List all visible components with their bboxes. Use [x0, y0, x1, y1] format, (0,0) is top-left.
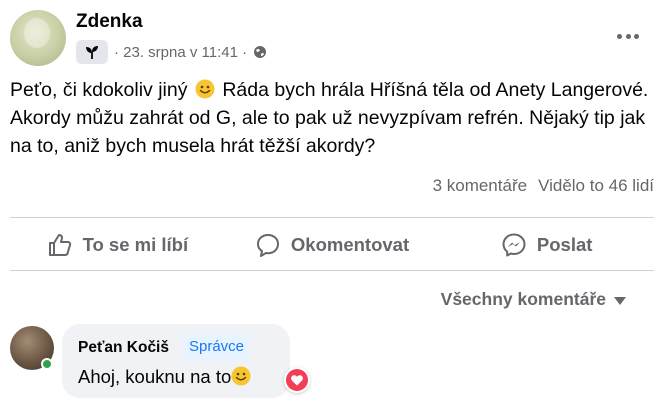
like-button[interactable]: To se mi líbí: [10, 220, 225, 270]
comment-author[interactable]: Peťan Kočiš: [78, 339, 169, 357]
post-timestamp[interactable]: · 23. srpna v 11:41 ·: [114, 44, 247, 61]
comment-button[interactable]: Okomentovat: [225, 220, 440, 270]
post-text: Peťo, či kdokoliv jiný Ráda bych hrála H…: [10, 76, 650, 160]
stats-divider: [10, 217, 654, 218]
views-count[interactable]: Vidělo to 46 lidí: [538, 176, 654, 196]
caret-down-icon: [614, 296, 626, 305]
more-options-icon[interactable]: [614, 24, 642, 48]
author-avatar[interactable]: [10, 10, 66, 66]
post-meta: · 23. srpna v 11:41 ·: [76, 39, 267, 65]
thumbs-up-icon: [48, 234, 71, 256]
post-stats: 3 komentáře Vidělo to 46 lidí: [433, 176, 654, 196]
comment-sort-dropdown[interactable]: Všechny komentáře: [441, 289, 626, 310]
globe-icon: [253, 45, 267, 59]
admin-badge: Správce: [183, 334, 251, 360]
post-text-part1: Peťo, či kdokoliv jiný: [10, 79, 188, 101]
messenger-icon: [502, 233, 526, 257]
comment-text-body: Ahoj, kouknu na to: [78, 366, 232, 387]
smile-emoji-icon: [231, 366, 251, 386]
post-card: Zdenka · 23. srpna v 11:41 · Peťo, či kd…: [0, 0, 666, 402]
online-status-icon: [41, 358, 53, 370]
comment-bubble: Peťan Kočiš Správce Ahoj, kouknu na to: [62, 324, 290, 398]
post-author[interactable]: Zdenka: [76, 11, 143, 33]
action-bar: To se mi líbí Okomentovat Poslat: [10, 220, 654, 270]
share-button[interactable]: Poslat: [439, 220, 654, 270]
sort-label: Všechny komentáře: [440, 289, 606, 309]
comment-icon: [256, 234, 279, 257]
comment-text: Ahoj, kouknu na to: [78, 366, 251, 388]
smile-emoji-icon: [195, 79, 215, 99]
share-label: Poslat: [536, 234, 593, 255]
like-label: To se mi líbí: [82, 234, 189, 255]
sprout-icon[interactable]: [76, 40, 108, 64]
comment-label: Okomentovat: [290, 234, 410, 255]
love-icon[interactable]: [284, 367, 310, 393]
comments-count[interactable]: 3 komentáře: [433, 176, 528, 196]
actions-divider: [10, 270, 654, 271]
